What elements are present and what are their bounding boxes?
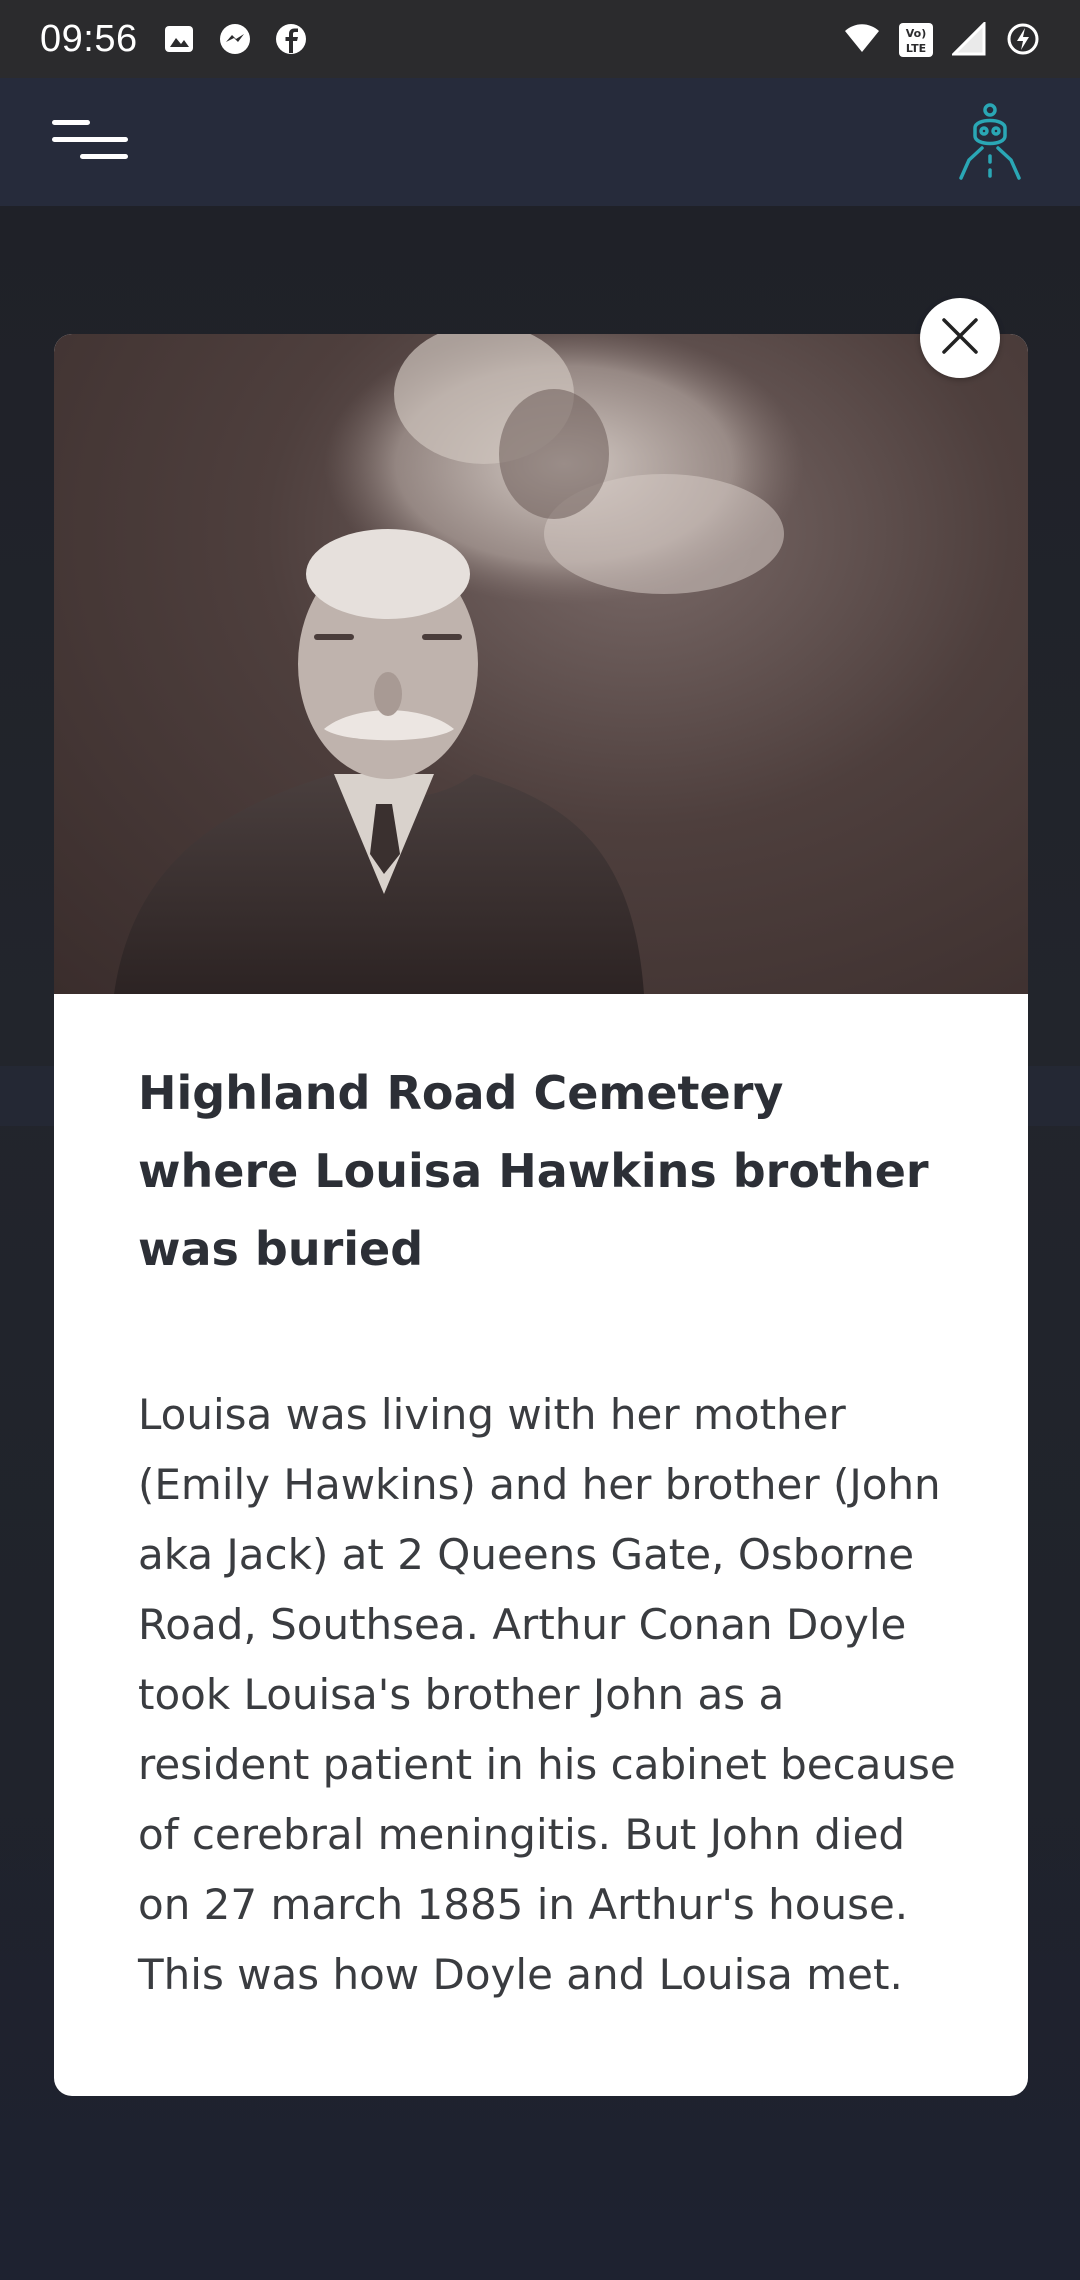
svg-text:LTE: LTE: [906, 42, 926, 55]
facebook-icon: [274, 22, 308, 56]
signal-icon: [950, 20, 986, 56]
close-icon: [940, 316, 980, 361]
close-button[interactable]: [920, 298, 1000, 378]
ghost-hunter-avatar-icon: [955, 98, 1025, 187]
wifi-icon: [844, 22, 879, 56]
status-bar: 09:56 Vo) LTE: [0, 0, 1080, 78]
image-icon: [162, 22, 196, 56]
modal-content: Highland Road Cemetery where Louisa Hawk…: [138, 1054, 958, 2010]
volte-icon: Vo) LTE: [898, 22, 933, 57]
sepia-portrait-photo: [54, 334, 1028, 994]
battery-charging-icon: [1006, 22, 1040, 56]
menu-icon: [50, 110, 130, 175]
profile-button[interactable]: [950, 97, 1030, 187]
status-time: 09:56: [40, 17, 138, 60]
modal-description: Louisa was living with her mother (Emily…: [138, 1390, 956, 1999]
menu-button[interactable]: [50, 112, 130, 172]
svg-text:Vo): Vo): [906, 27, 927, 40]
info-modal: Highland Road Cemetery where Louisa Hawk…: [54, 334, 1028, 2096]
app-bar: [0, 78, 1080, 206]
messenger-icon: [218, 22, 252, 56]
modal-title: Highland Road Cemetery where Louisa Hawk…: [138, 1066, 929, 1276]
